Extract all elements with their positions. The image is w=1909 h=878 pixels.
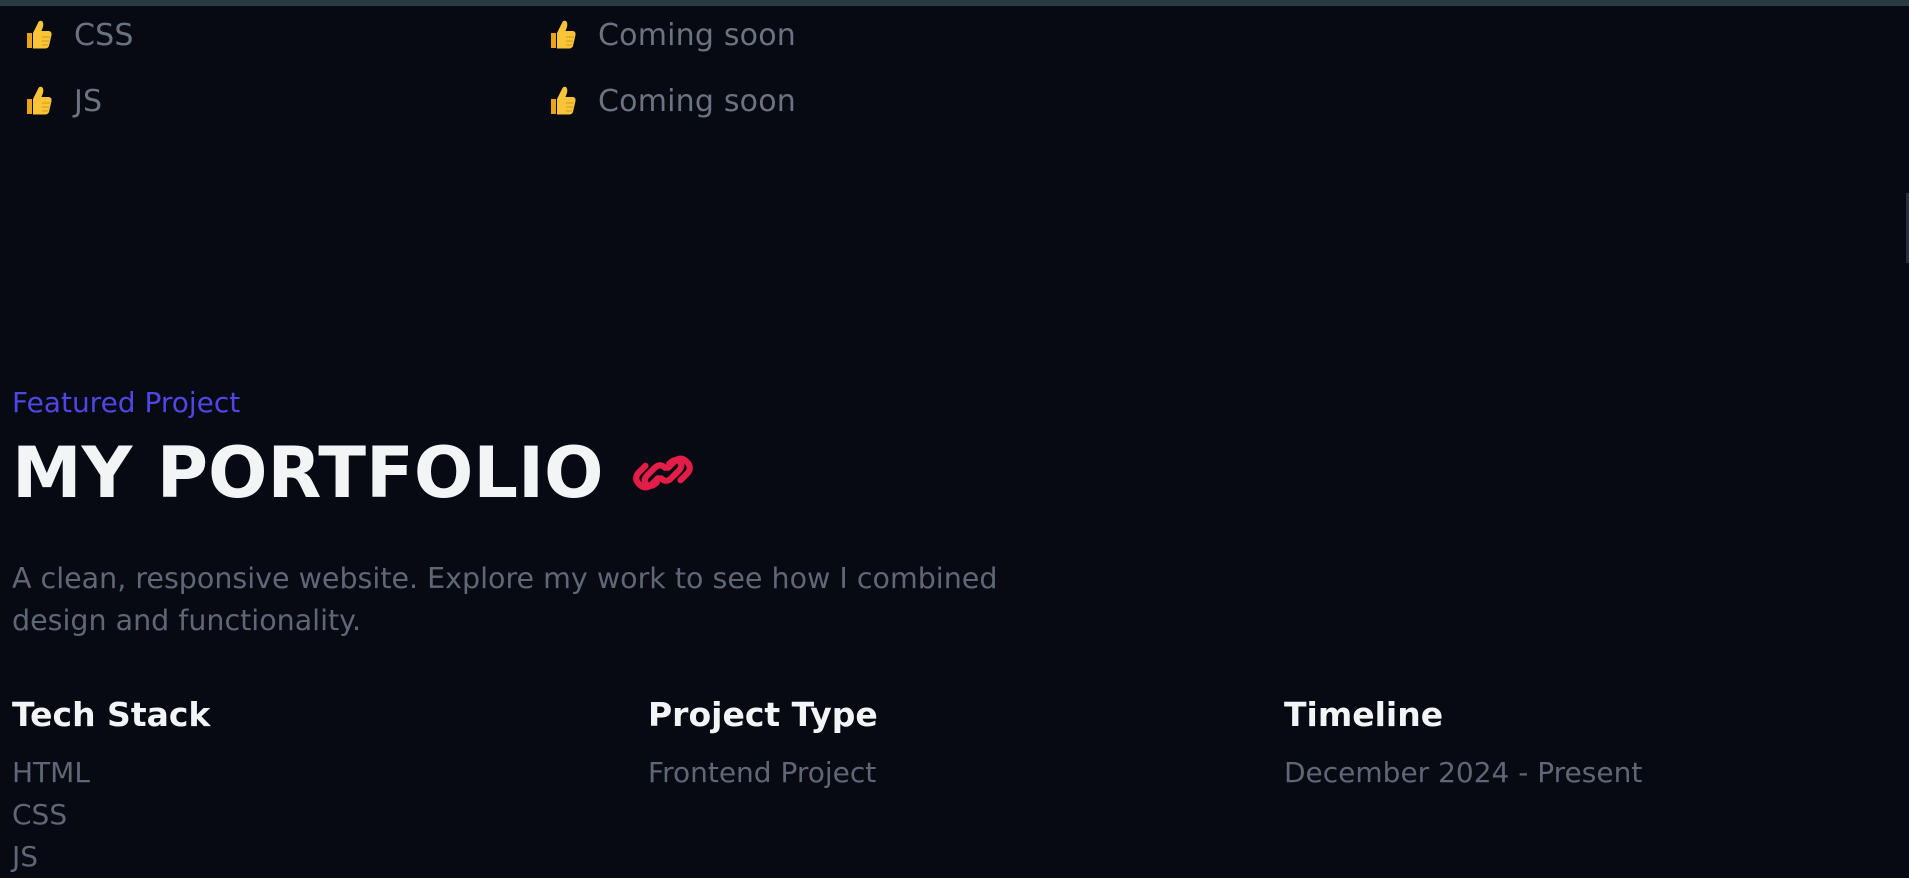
skill-status: Coming soon xyxy=(598,83,797,119)
project-title-row: MY PORTFOLIO xyxy=(12,434,696,512)
link-icon[interactable] xyxy=(630,440,696,506)
list-item: CSS xyxy=(12,798,68,831)
skill-status: Coming soon xyxy=(598,17,797,53)
skill-cell: Coming soon xyxy=(548,18,1072,53)
skill-name: CSS xyxy=(74,17,134,53)
thumbs-up-icon xyxy=(551,20,576,49)
project-type-heading: Project Type xyxy=(648,695,878,734)
skill-row: CSS Coming soon xyxy=(24,15,1072,55)
project-info: Tech Stack HTML CSS JS Project Type Fron… xyxy=(12,692,1909,878)
timeline-column: Timeline December 2024 - Present xyxy=(1284,692,1909,878)
tech-stack-list: HTML CSS JS xyxy=(12,752,648,878)
skill-name: JS xyxy=(74,83,103,119)
list-item: Frontend Project xyxy=(648,756,877,789)
project-title: MY PORTFOLIO xyxy=(12,432,604,514)
thumbs-up-icon xyxy=(27,86,52,115)
skill-cell: CSS xyxy=(24,18,548,53)
project-type-list: Frontend Project xyxy=(648,752,1284,794)
skill-row: JS Coming soon xyxy=(24,81,1072,121)
thumbs-up-icon xyxy=(27,20,52,49)
project-description: A clean, responsive website. Explore my … xyxy=(12,562,998,637)
skill-cell: JS xyxy=(24,84,548,119)
featured-label: Featured Project xyxy=(12,386,241,419)
thumbs-up-icon xyxy=(551,86,576,115)
tech-stack-column: Tech Stack HTML CSS JS xyxy=(12,692,648,878)
timeline-heading: Timeline xyxy=(1284,695,1444,734)
list-item: December 2024 - Present xyxy=(1284,756,1643,789)
timeline-list: December 2024 - Present xyxy=(1284,752,1909,794)
list-item: JS xyxy=(12,840,39,873)
skill-cell: Coming soon xyxy=(548,84,1072,119)
list-item: HTML xyxy=(12,756,90,789)
top-border xyxy=(0,0,1909,6)
tech-stack-heading: Tech Stack xyxy=(12,695,211,734)
project-type-column: Project Type Frontend Project xyxy=(648,692,1284,878)
